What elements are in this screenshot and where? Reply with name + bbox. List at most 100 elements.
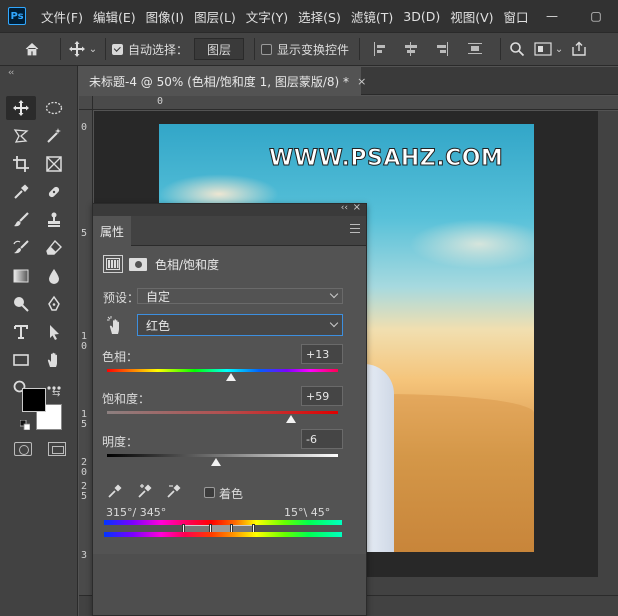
ruler-label: 0: [157, 96, 164, 107]
screen-mode-icon[interactable]: [48, 442, 66, 456]
align-center-icon[interactable]: [404, 42, 418, 56]
collapse-icon[interactable]: ‹‹: [341, 203, 348, 213]
ruler-label: 1 5: [81, 409, 88, 430]
align-right-icon[interactable]: [434, 42, 449, 56]
lightness-value-field[interactable]: -6: [301, 429, 343, 449]
saturation-value-field[interactable]: +59: [301, 386, 343, 406]
blur-icon[interactable]: [39, 264, 69, 288]
menu-file[interactable]: 文件(F): [36, 7, 88, 26]
foreground-color-swatch[interactable]: [22, 388, 46, 412]
color-swatches: ⇆: [20, 388, 64, 434]
home-icon[interactable]: [22, 37, 42, 61]
minimize-button[interactable]: —: [530, 0, 574, 32]
hand-icon[interactable]: [39, 348, 69, 372]
menu-window[interactable]: 窗口: [499, 7, 534, 26]
auto-select-target-dropdown[interactable]: 图层: [194, 38, 245, 60]
toolbar: ‹‹ ⇆: [0, 66, 78, 616]
colorize-label: 着色: [219, 487, 244, 501]
separator: [60, 38, 61, 60]
frame-icon[interactable]: [39, 152, 69, 176]
color-range-core[interactable]: [210, 525, 232, 532]
vertical-scrollbar[interactable]: [598, 111, 618, 577]
quick-mask-icon[interactable]: [14, 442, 32, 456]
menu-edit[interactable]: 编辑(E): [88, 7, 141, 26]
align-left-icon[interactable]: [374, 42, 388, 56]
brush-icon[interactable]: [6, 208, 36, 232]
auto-select-checkbox[interactable]: [112, 43, 123, 55]
chevron-down-icon[interactable]: ⌄: [87, 37, 99, 61]
collapse-icon[interactable]: ‹‹: [8, 68, 14, 78]
adjustment-icon[interactable]: [103, 255, 123, 273]
eyedropper-icon[interactable]: [6, 180, 36, 204]
target-adjustment-hand-icon[interactable]: [106, 315, 124, 335]
ruler-label: 1 0: [81, 331, 88, 352]
gradient-icon[interactable]: [6, 264, 36, 288]
path-selection-icon[interactable]: [39, 320, 69, 344]
dodge-icon[interactable]: [6, 292, 36, 316]
share-icon[interactable]: [569, 37, 589, 61]
panel-titlebar[interactable]: ‹‹ ×: [93, 202, 366, 216]
photoshop-logo: Ps: [8, 7, 26, 25]
ruler-corner: [79, 96, 93, 110]
auto-select-label: 自动选择：: [128, 42, 189, 57]
maximize-button[interactable]: ▢: [574, 0, 618, 32]
default-colors-icon[interactable]: [20, 420, 30, 430]
saturation-label: 饱和度：: [102, 392, 151, 406]
healing-brush-icon[interactable]: [39, 180, 69, 204]
menu-layer[interactable]: 图层(L): [189, 7, 241, 26]
close-icon[interactable]: ×: [357, 75, 366, 88]
vertical-ruler: 0 5 1 0 1 5 2 0 2 5 3: [79, 110, 93, 616]
move-tool-icon[interactable]: [6, 96, 36, 120]
watermark-text: WWW.PSAHZ.COM: [268, 146, 504, 172]
move-tool-preset-icon[interactable]: [67, 37, 87, 61]
layer-mask-icon[interactable]: [128, 255, 148, 273]
hue-value-field[interactable]: +13: [301, 344, 343, 364]
menu-type[interactable]: 文字(Y): [241, 7, 293, 26]
separator: [500, 38, 502, 60]
tab-properties[interactable]: 属性: [93, 216, 131, 246]
preset-dropdown[interactable]: 自定: [137, 288, 343, 304]
menu-image[interactable]: 图像(I): [141, 7, 189, 26]
ruler-label: 5: [81, 228, 88, 239]
search-icon[interactable]: [507, 37, 527, 61]
pen-icon[interactable]: [39, 292, 69, 316]
window-controls: — ▢: [530, 0, 618, 32]
lightness-slider-track[interactable]: [107, 454, 338, 457]
separator: [254, 38, 256, 60]
eyedropper-add-icon[interactable]: [137, 483, 153, 499]
hue-slider-track[interactable]: [107, 369, 338, 372]
chevron-down-icon[interactable]: ⌄: [553, 37, 565, 61]
crop-icon[interactable]: [6, 152, 36, 176]
history-brush-icon[interactable]: [6, 236, 36, 260]
eyedropper-icon[interactable]: [107, 483, 123, 499]
ellipse-marquee-icon[interactable]: [39, 96, 69, 120]
lasso-icon[interactable]: [6, 124, 36, 148]
menu-filter[interactable]: 滤镜(T): [346, 7, 398, 26]
panel-menu-icon[interactable]: [350, 224, 360, 233]
clone-stamp-icon[interactable]: [39, 208, 69, 232]
saturation-slider-track[interactable]: [107, 411, 338, 414]
menu-select[interactable]: 选择(S): [293, 7, 346, 26]
workspace-icon[interactable]: [533, 37, 553, 61]
hue-slider-thumb[interactable]: [225, 373, 236, 381]
range-right-label: 15°\ 45°: [284, 506, 331, 519]
panel-footer: [93, 554, 366, 615]
channel-dropdown[interactable]: 红色: [137, 314, 343, 336]
menu-view[interactable]: 视图(V): [445, 7, 498, 26]
show-transform-checkbox[interactable]: [261, 43, 273, 55]
type-icon[interactable]: [6, 320, 36, 344]
saturation-slider-thumb[interactable]: [285, 415, 296, 423]
distribute-icon[interactable]: [468, 42, 483, 56]
swap-colors-icon[interactable]: ⇆: [52, 388, 60, 399]
eraser-icon[interactable]: [39, 236, 69, 260]
magic-wand-icon[interactable]: [39, 124, 69, 148]
lightness-slider-thumb[interactable]: [210, 458, 221, 466]
menu-3d[interactable]: 3D(D): [398, 9, 445, 24]
colorize-checkbox[interactable]: [204, 487, 215, 498]
close-icon[interactable]: ×: [353, 202, 361, 213]
cloud: [409, 219, 534, 269]
rectangle-icon[interactable]: [6, 348, 36, 372]
eyedropper-subtract-icon[interactable]: [166, 483, 182, 499]
document-tab[interactable]: 未标题-4 @ 50% (色相/饱和度 1, 图层蒙版/8) * ×: [79, 67, 366, 95]
document-tab-title: 未标题-4 @ 50% (色相/饱和度 1, 图层蒙版/8) *: [89, 74, 350, 89]
